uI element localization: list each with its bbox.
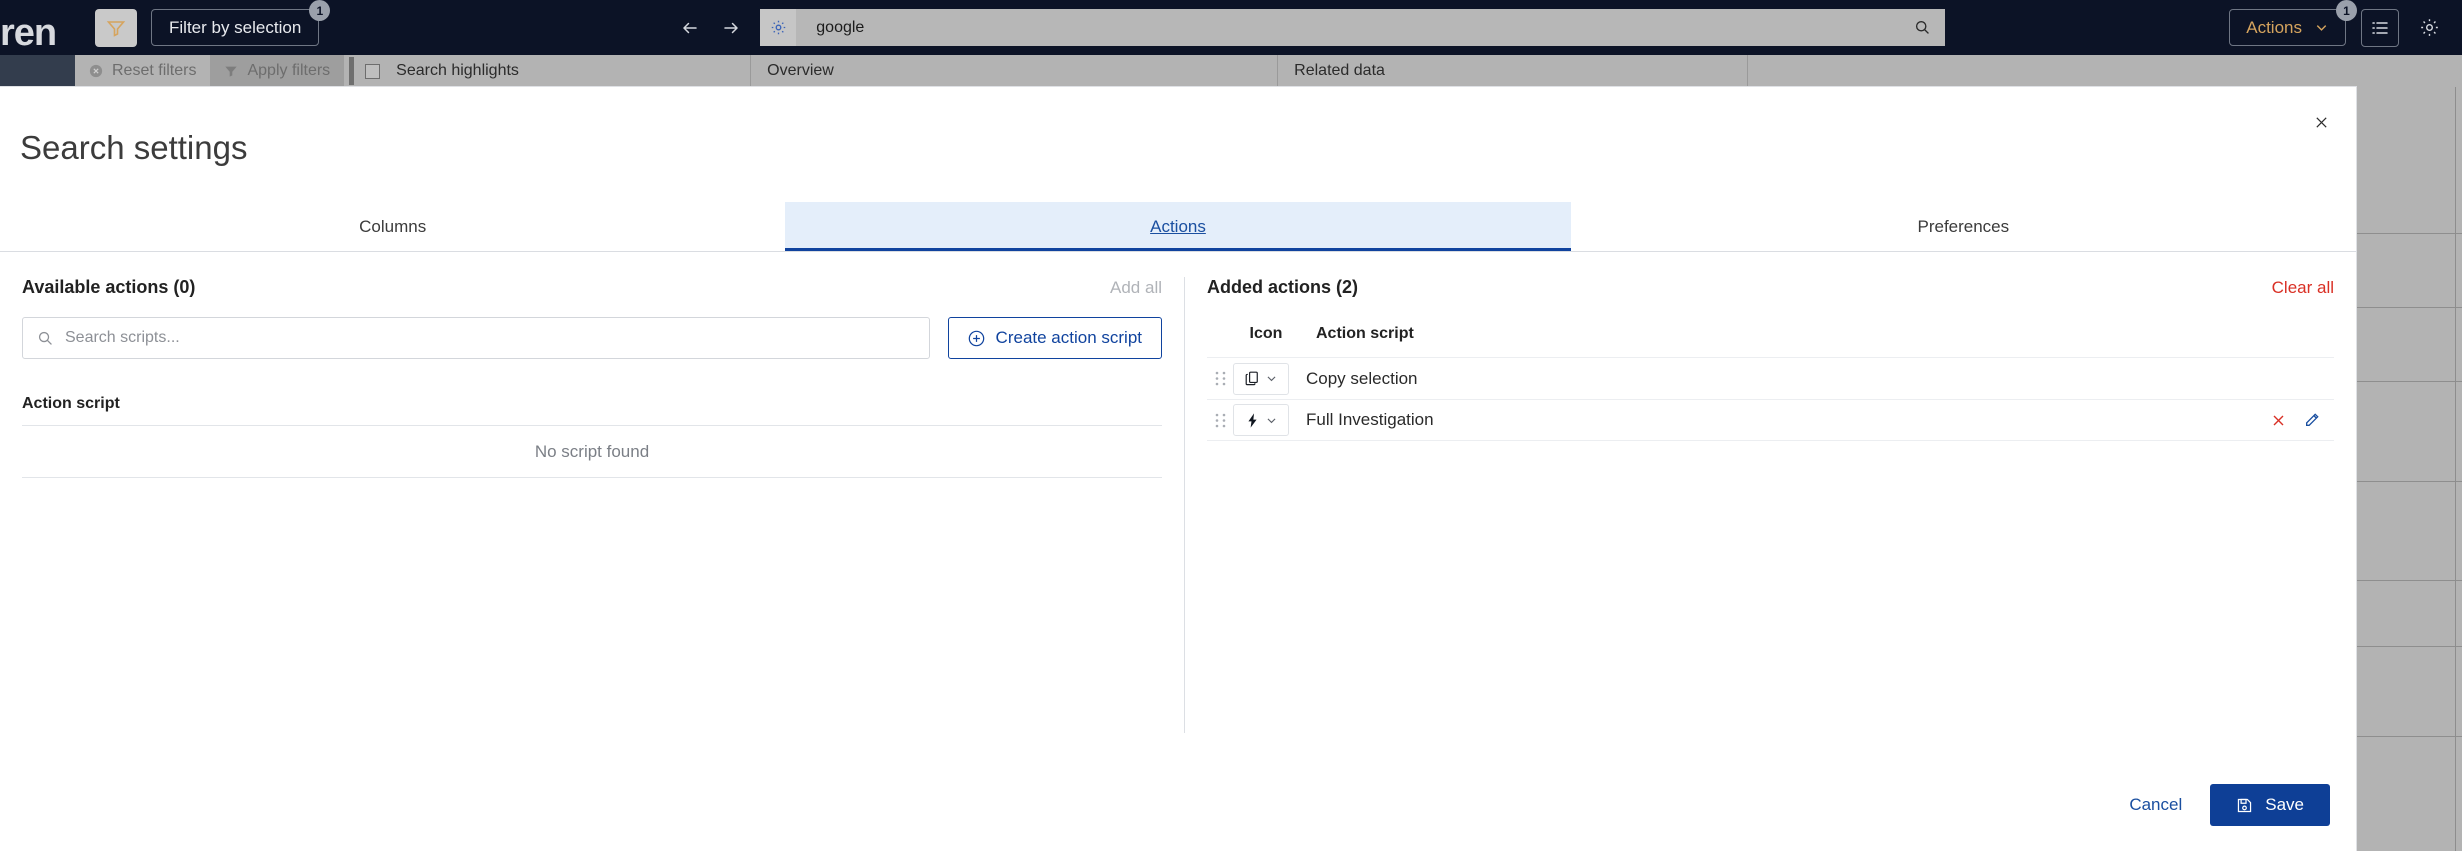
toolbar-divider (349, 57, 354, 85)
pencil-icon[interactable] (2304, 412, 2320, 428)
added-actions-header: Added actions (2) Clear all (1207, 253, 2334, 299)
column-header-overview[interactable]: Overview (750, 55, 1277, 87)
table-row[interactable]: Full Investigation (1207, 399, 2334, 441)
drag-handle-icon[interactable] (1207, 371, 1233, 386)
select-all-checkbox[interactable] (365, 64, 380, 79)
actions-menu-button[interactable]: Actions 1 (2229, 9, 2346, 46)
column-header-related-data[interactable]: Related data (1277, 55, 1747, 87)
added-actions-panel: Added actions (2) Clear all Icon Action … (1185, 253, 2356, 793)
search-settings-dialog: Search settings Columns Actions Preferen… (0, 87, 2356, 851)
filters-toolbar: Reset filters Apply filters Search highl… (0, 55, 2462, 87)
actions-label: Actions (2246, 18, 2302, 38)
search-icon[interactable] (1914, 19, 1931, 36)
action-script-label: Full Investigation (1306, 410, 1434, 430)
gear-icon (770, 19, 787, 36)
apply-filters-label: Apply filters (247, 62, 330, 80)
topbar-right-controls: Actions 1 (2229, 9, 2462, 47)
available-actions-table: Action script No script found (22, 395, 1162, 478)
tab-actions[interactable]: Actions (785, 202, 1570, 251)
create-action-script-button[interactable]: Create action script (948, 317, 1162, 359)
tab-columns[interactable]: Columns (0, 202, 785, 251)
settings-tabs: Columns Actions Preferences (0, 202, 2356, 252)
available-table-empty-message: No script found (22, 426, 1162, 478)
lightning-bolt-icon (1244, 412, 1261, 429)
close-circle-icon (89, 64, 103, 78)
search-icon (37, 330, 54, 347)
chevron-down-icon (1265, 414, 1278, 427)
save-label: Save (2265, 795, 2304, 815)
table-row[interactable]: Copy selection (1207, 357, 2334, 399)
table-column-divider (2455, 87, 2456, 851)
close-icon[interactable] (2308, 109, 2334, 135)
copy-icon (1244, 370, 1261, 387)
close-icon[interactable] (2271, 413, 2286, 428)
filter-by-selection-label: Filter by selection (169, 18, 301, 38)
added-actions-title: Added actions (2) (1207, 277, 1358, 298)
url-gear-button[interactable] (760, 9, 796, 46)
cancel-button[interactable]: Cancel (2129, 795, 2182, 815)
column-header-empty (1747, 55, 2462, 87)
page-title: Search settings (20, 129, 247, 167)
added-column-icon: Icon (1233, 325, 1299, 343)
list-view-button[interactable] (2361, 9, 2399, 47)
available-actions-title: Available actions (0) (22, 277, 195, 298)
added-actions-table-header: Icon Action script (1207, 313, 2334, 357)
gear-icon (2419, 17, 2440, 38)
chevron-down-icon (2314, 20, 2329, 35)
reset-filters-label: Reset filters (112, 62, 196, 80)
settings-button[interactable] (2414, 17, 2444, 38)
tab-preferences[interactable]: Preferences (1571, 202, 2356, 251)
filter-funnel-icon (106, 18, 126, 38)
clear-all-button[interactable]: Clear all (2272, 278, 2334, 298)
filter-by-selection-badge: 1 (309, 0, 330, 21)
search-scripts-placeholder: Search scripts... (65, 329, 180, 347)
row-icon-select[interactable] (1233, 404, 1289, 436)
available-table-header-action-script: Action script (22, 395, 1162, 426)
actions-badge: 1 (2336, 0, 2357, 21)
create-action-script-label: Create action script (996, 328, 1142, 348)
url-bar[interactable]: google (760, 9, 1945, 46)
plus-circle-icon (968, 330, 985, 347)
save-button[interactable]: Save (2210, 784, 2330, 826)
browser-navigation (679, 17, 742, 39)
arrow-right-icon[interactable] (720, 17, 742, 39)
search-row: Search scripts... Create action script (22, 317, 1162, 359)
filter-funnel-icon (224, 64, 238, 78)
url-input[interactable]: google (816, 19, 1914, 37)
filter-funnel-button[interactable] (95, 9, 137, 47)
add-all-button[interactable]: Add all (1110, 278, 1162, 298)
top-toolbar: ren Filter by selection 1 (0, 0, 2462, 55)
drag-handle-icon[interactable] (1207, 413, 1233, 428)
action-script-label: Copy selection (1306, 369, 1418, 389)
filter-by-selection-button[interactable]: Filter by selection 1 (151, 9, 319, 46)
app-logo: ren (0, 0, 75, 55)
added-column-action-script: Action script (1299, 325, 2334, 343)
row-tools (2271, 412, 2334, 428)
settings-panels: Available actions (0) Add all Search scr… (0, 253, 2356, 793)
search-scripts-input[interactable]: Search scripts... (22, 317, 930, 359)
toolbar-left-spacer (0, 55, 75, 87)
available-actions-header: Available actions (0) Add all (22, 253, 1162, 299)
application-root: ren Filter by selection 1 (0, 0, 2462, 851)
row-icon-select[interactable] (1233, 363, 1289, 395)
apply-filters-button[interactable]: Apply filters (210, 55, 344, 87)
chevron-down-icon (1265, 372, 1278, 385)
available-actions-panel: Available actions (0) Add all Search scr… (0, 253, 1184, 793)
save-floppy-icon (2236, 797, 2253, 814)
dialog-footer: Cancel Save (0, 759, 2356, 851)
arrow-left-icon[interactable] (679, 17, 701, 39)
column-header-search-highlights[interactable]: Search highlights (380, 55, 750, 87)
list-view-icon (2370, 18, 2390, 38)
reset-filters-button[interactable]: Reset filters (75, 55, 210, 87)
